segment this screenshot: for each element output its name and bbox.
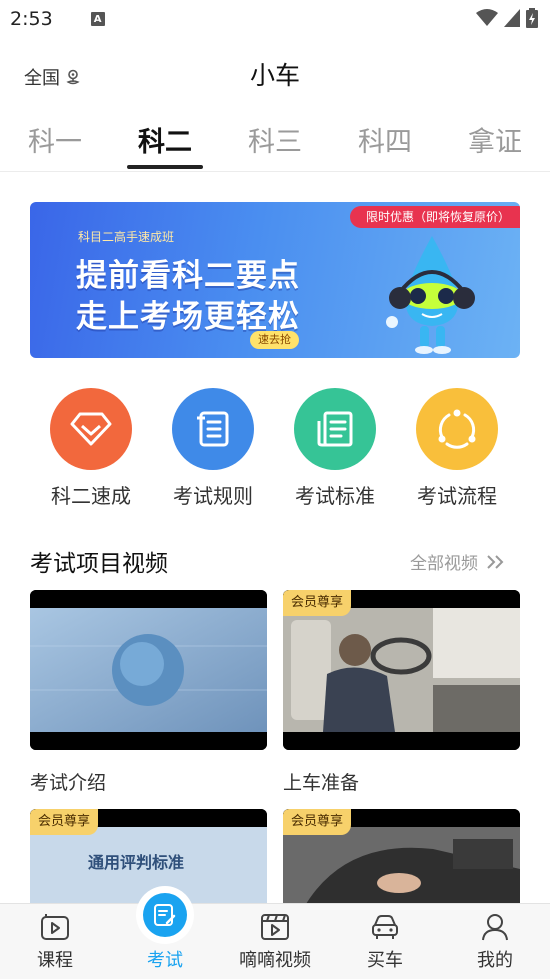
status-time: 2:53 [10,8,53,30]
video-overlay-text: 通用评判标准 [88,853,185,872]
nav-label: 嘀嘀视频 [239,950,311,971]
vip-badge: 会员尊享 [283,590,352,616]
status-icons [476,8,538,28]
nav-exam[interactable]: 考试 [110,886,220,979]
mascot-illustration [386,236,475,354]
tab-license[interactable]: 拿证 [440,120,550,159]
active-tab-indicator [127,165,203,169]
quick-entry-label: 考试标准 [295,484,375,508]
car-icon [372,915,398,939]
exam-icon [143,893,187,937]
banner-headline-2: 走上考场更轻松 [76,299,300,335]
vip-badge: 会员尊享 [283,809,352,835]
notification-icon: A [90,12,105,26]
quick-entry-exam-process[interactable]: 考试流程 [396,388,518,509]
bottom-nav: 课程 考试 嘀嘀视频 买车 我的 [0,886,550,979]
tab-subject-2[interactable]: 科二 [110,120,220,159]
nav-label: 我的 [477,950,513,971]
quick-entry-exam-standards[interactable]: 考试标准 [274,388,396,509]
quick-entry-fast-track[interactable]: 科二速成 [30,388,152,509]
all-videos-link[interactable]: 全部视频 [410,549,506,574]
quick-entry-exam-rules[interactable]: 考试规则 [152,388,274,509]
flow-cycle-icon [416,388,498,470]
section-title: 考试项目视频 [30,551,168,577]
signal-icon [504,9,520,27]
nav-video[interactable]: 嘀嘀视频 [220,904,330,979]
nav-buy-car[interactable]: 买车 [330,904,440,979]
nav-label: 考试 [147,950,183,971]
double-chevron-right-icon [487,554,504,569]
quick-entry-label: 科二速成 [51,484,131,508]
video-card-boarding[interactable]: 会员尊享 [283,590,520,750]
page-title: 小车 [249,61,300,90]
vip-badge: 会员尊享 [30,809,99,835]
document-icon [294,388,376,470]
banner-headline-1: 提前看科二要点 [76,258,300,294]
video-card-steering[interactable]: 会员尊享 [283,809,520,909]
video-card-intro[interactable] [30,590,267,750]
battery-icon [526,8,538,28]
all-videos-label: 全部视频 [410,554,478,574]
video-icon [261,914,289,940]
profile-icon [482,914,508,941]
video-caption: 考试介绍 [30,772,107,794]
video-caption: 上车准备 [283,772,360,794]
nav-label: 课程 [37,950,73,971]
status-bar: 2:53 A [0,0,550,38]
video-thumbnail [30,590,267,750]
scroll-icon [172,388,254,470]
promo-tag: 限时优惠（即将恢复原价） [349,206,520,228]
nav-label: 买车 [367,950,403,971]
subject-tabs: 科一 科二 科三 科四 拿证 [0,108,550,172]
quick-entry-label: 考试流程 [417,484,497,508]
tab-subject-1[interactable]: 科一 [0,120,110,159]
nav-profile[interactable]: 我的 [440,904,550,979]
banner-cta-button[interactable]: 速去抢 [250,331,299,349]
header: 全国 小车 [0,38,550,108]
course-icon [41,914,69,940]
nav-course[interactable]: 课程 [0,904,110,979]
diamond-icon [50,388,132,470]
quick-entry-label: 考试规则 [173,484,253,508]
tab-subject-3[interactable]: 科三 [220,120,330,159]
banner-subtitle: 科目二高手速成班 [78,230,175,244]
wifi-icon [476,9,498,26]
tab-subject-4[interactable]: 科四 [330,120,440,159]
promo-banner[interactable]: 限时优惠（即将恢复原价） 科目二高手速成班 提前看科二要点 走上考场更轻松 速去… [30,202,520,358]
